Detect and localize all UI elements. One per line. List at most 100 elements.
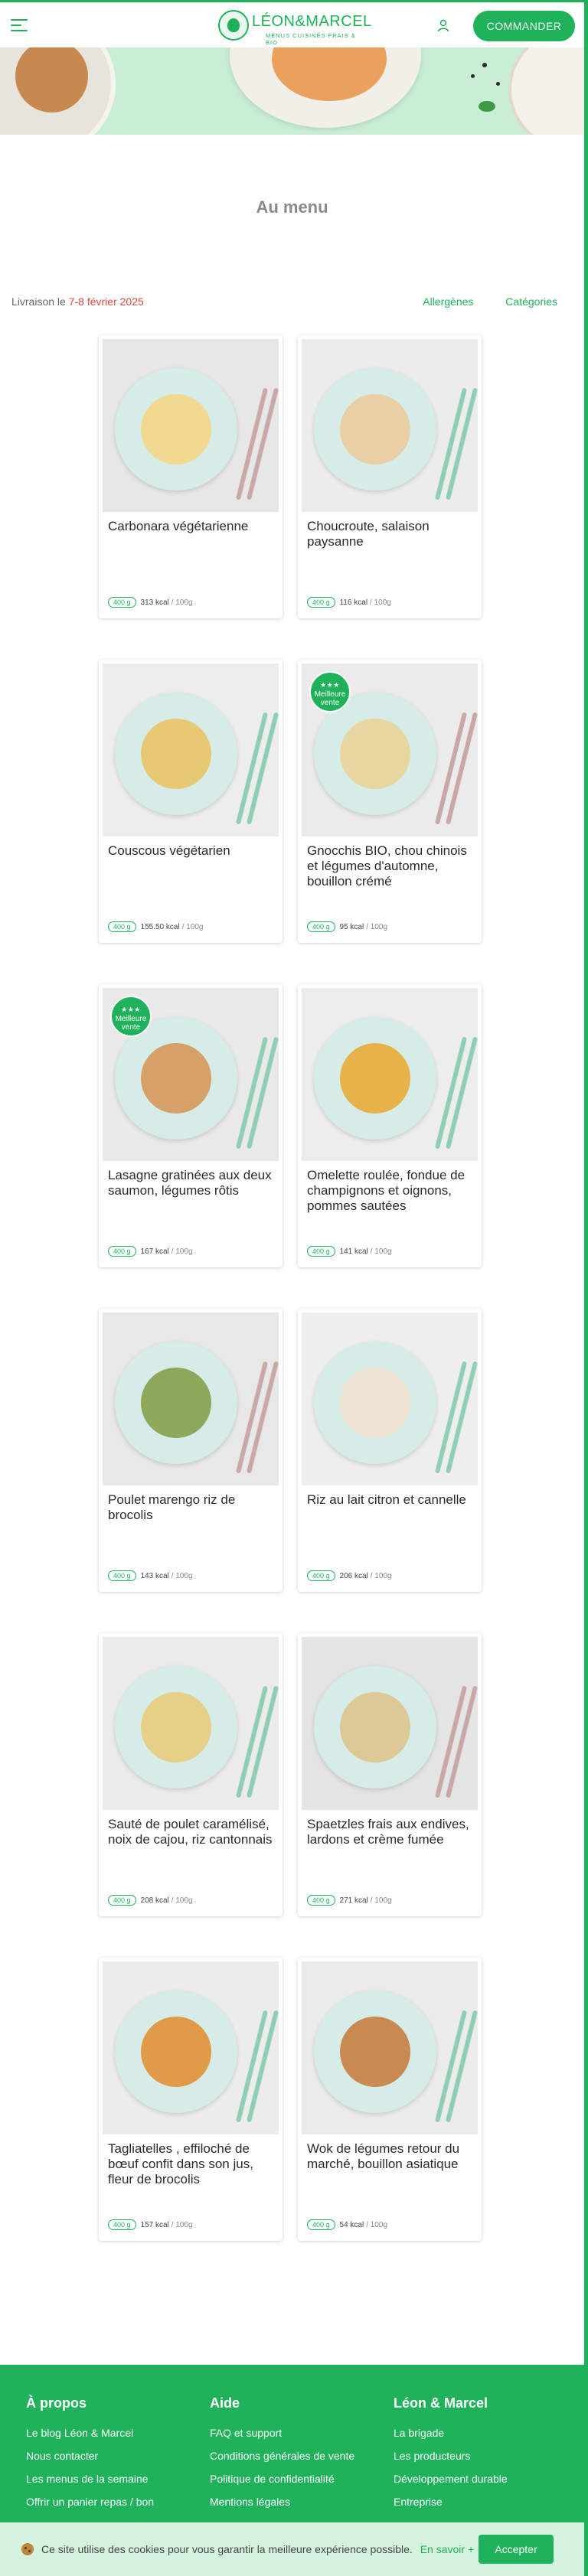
dish-title[interactable]: Gnocchis BIO, chou chinois et légumes d'… xyxy=(307,843,474,889)
best-seller-badge: ★★★ Meilleure vente xyxy=(309,671,351,712)
dish-photo[interactable] xyxy=(302,1312,478,1485)
dish-meta: 400 g 313 kcal/ 100g xyxy=(108,597,193,608)
dish-title[interactable]: Riz au lait citron et cannelle xyxy=(307,1492,474,1508)
delivery-date[interactable]: 7-8 février 2025 xyxy=(69,295,144,308)
scrollbar[interactable] xyxy=(584,0,588,2576)
dish-meta: 400 g 167 kcal/ 100g xyxy=(108,1246,193,1257)
dish-photo[interactable]: ★★★ Meilleure vente xyxy=(302,664,478,836)
dish-title[interactable]: Wok de légumes retour du marché, bouillo… xyxy=(307,2141,474,2172)
dish-card[interactable]: ★★★ Meilleure vente Gnocchis BIO, chou chin… xyxy=(298,660,482,943)
dish-title[interactable]: Omelette roulée, fondue de champignons e… xyxy=(307,1168,474,1214)
footer-link[interactable]: Entreprise xyxy=(394,2496,570,2508)
footer-col-about: À propos Le blog Léon & Marcel Nous cont… xyxy=(26,2395,202,2519)
dish-weight-badge: 400 g xyxy=(108,921,136,932)
dish-card[interactable]: Riz au lait citron et cannelle 400 g 206 k… xyxy=(298,1309,482,1592)
hero-pepper-dot xyxy=(496,82,500,86)
dish-meta: 400 g 155.50 kcal/ 100g xyxy=(108,921,204,932)
dish-card[interactable]: Tagliatelles , effiloché de bœuf confit … xyxy=(99,1958,283,2241)
footer-link[interactable]: Nous contacter xyxy=(26,2450,202,2462)
dish-kcal: 54 kcal xyxy=(339,2220,364,2229)
dish-title[interactable]: Choucroute, salaison paysanne xyxy=(307,519,474,549)
footer-link[interactable]: Les producteurs xyxy=(394,2450,570,2462)
footer-link[interactable]: Offrir un panier repas / bon xyxy=(26,2496,202,2508)
footer-col-brand: Léon & Marcel La brigade Les producteurs… xyxy=(394,2395,570,2519)
dish-weight-badge: 400 g xyxy=(108,1246,136,1257)
dish-weight-badge: 400 g xyxy=(108,1895,136,1906)
dish-weight-badge: 400 g xyxy=(307,597,335,608)
categories-filter[interactable]: Catégories xyxy=(505,295,557,308)
dish-photo[interactable]: ★★★ Meilleure vente xyxy=(103,988,279,1161)
badge-text-line1: Meilleure xyxy=(314,690,346,699)
footer-link[interactable]: Les menus de la semaine xyxy=(26,2473,202,2485)
dish-card[interactable]: Poulet marengo riz de brocolis 400 g 143 k… xyxy=(99,1309,283,1592)
footer-link[interactable]: Conditions générales de vente xyxy=(210,2450,386,2462)
dish-photo[interactable] xyxy=(302,988,478,1161)
cookie-learn-more-link[interactable]: En savoir + xyxy=(420,2543,474,2555)
dish-title[interactable]: Spaetzles frais aux endives, lardons et … xyxy=(307,1817,474,1847)
dish-photo[interactable] xyxy=(103,1961,279,2134)
dish-photo[interactable] xyxy=(302,1961,478,2134)
dish-kcal-unit: / 100g xyxy=(171,598,193,607)
dish-weight-badge: 400 g xyxy=(108,597,136,608)
dish-photo[interactable] xyxy=(103,1637,279,1810)
dish-card[interactable]: Sauté de poulet caramélisé, noix de cajo… xyxy=(99,1633,283,1916)
footer-link[interactable]: Mentions légales xyxy=(210,2496,386,2508)
page-title: Au menu xyxy=(256,197,328,217)
site-logo[interactable]: LÉON&MARCEL MENUS CUISINÉS FRAIS & BIO xyxy=(218,8,371,46)
dish-photo[interactable] xyxy=(103,1312,279,1485)
menu-icon[interactable] xyxy=(11,19,28,31)
dish-kcal: 143 kcal xyxy=(140,1571,169,1580)
cookie-banner: Ce site utilise des cookies pour vous ga… xyxy=(0,2522,584,2576)
dish-card[interactable]: Spaetzles frais aux endives, lardons et … xyxy=(298,1633,482,1916)
dish-card[interactable]: Carbonara végétarienne 400 g 313 kcal/ 100… xyxy=(99,335,283,618)
dish-card[interactable]: Couscous végétarien 400 g 155.50 kcal/ 100… xyxy=(99,660,283,943)
user-account-icon[interactable] xyxy=(436,18,450,32)
dish-card[interactable]: Choucroute, salaison paysanne 400 g 116 kc… xyxy=(298,335,482,618)
dish-kcal-unit: / 100g xyxy=(370,598,391,607)
footer-link[interactable]: Développement durable xyxy=(394,2473,570,2485)
cookie-message: Ce site utilise des cookies pour vous ga… xyxy=(41,2543,474,2555)
badge-stars: ★★★ xyxy=(121,1006,141,1013)
dish-kcal: 95 kcal xyxy=(339,922,364,931)
dish-title[interactable]: Poulet marengo riz de brocolis xyxy=(108,1492,275,1523)
dish-card[interactable]: Wok de légumes retour du marché, bouillo… xyxy=(298,1958,482,2241)
hero-plate-right xyxy=(511,47,584,135)
dish-card[interactable]: ★★★ Meilleure vente Lasagne gratinées aux d… xyxy=(99,984,283,1267)
order-button[interactable]: COMMANDER xyxy=(473,11,575,41)
dish-weight-badge: 400 g xyxy=(307,2219,335,2230)
dish-photo[interactable] xyxy=(103,664,279,836)
badge-text-line2: vente xyxy=(121,1023,141,1032)
footer-col-help: Aide FAQ et support Conditions générales… xyxy=(210,2395,386,2519)
dish-kcal-unit: / 100g xyxy=(366,922,388,931)
dish-meta: 400 g 208 kcal/ 100g xyxy=(108,1895,193,1906)
dish-photo[interactable] xyxy=(302,1637,478,1810)
dish-title[interactable]: Lasagne gratinées aux deux saumon, légum… xyxy=(108,1168,275,1198)
logo-tagline: MENUS CUISINÉS FRAIS & BIO xyxy=(266,32,356,46)
dish-title[interactable]: Sauté de poulet caramélisé, noix de cajo… xyxy=(108,1817,275,1847)
dish-food xyxy=(141,394,211,465)
dish-title[interactable]: Tagliatelles , effiloché de bœuf confit … xyxy=(108,2141,275,2187)
dish-title[interactable]: Couscous végétarien xyxy=(108,843,275,859)
dish-kcal-unit: / 100g xyxy=(171,1571,193,1580)
cookie-accept-button[interactable]: Accepter xyxy=(479,2535,554,2564)
dish-meta: 400 g 271 kcal/ 100g xyxy=(307,1895,392,1906)
footer-link[interactable]: La brigade xyxy=(394,2427,570,2439)
footer-link[interactable]: FAQ et support xyxy=(210,2427,386,2439)
cookie-icon xyxy=(21,2543,34,2555)
dish-title[interactable]: Carbonara végétarienne xyxy=(108,519,275,534)
dish-kcal-unit: / 100g xyxy=(171,1247,193,1256)
dish-food xyxy=(141,1368,211,1438)
allergens-filter[interactable]: Allergènes xyxy=(423,295,473,308)
dish-kcal-unit: / 100g xyxy=(370,1896,392,1905)
dish-food xyxy=(340,1368,410,1438)
footer-link[interactable]: Le blog Léon & Marcel xyxy=(26,2427,202,2439)
dish-photo[interactable] xyxy=(302,339,478,512)
footer-link[interactable]: Politique de confidentialité xyxy=(210,2473,386,2485)
dish-photo[interactable] xyxy=(103,339,279,512)
site-header: LÉON&MARCEL MENUS CUISINÉS FRAIS & BIO C… xyxy=(0,0,584,47)
badge-text-line2: vente xyxy=(320,699,340,707)
dish-weight-badge: 400 g xyxy=(307,1246,335,1257)
dish-card[interactable]: Omelette roulée, fondue de champignons e… xyxy=(298,984,482,1267)
hero-pepper-dot xyxy=(482,63,487,67)
dish-kcal: 141 kcal xyxy=(339,1247,368,1256)
